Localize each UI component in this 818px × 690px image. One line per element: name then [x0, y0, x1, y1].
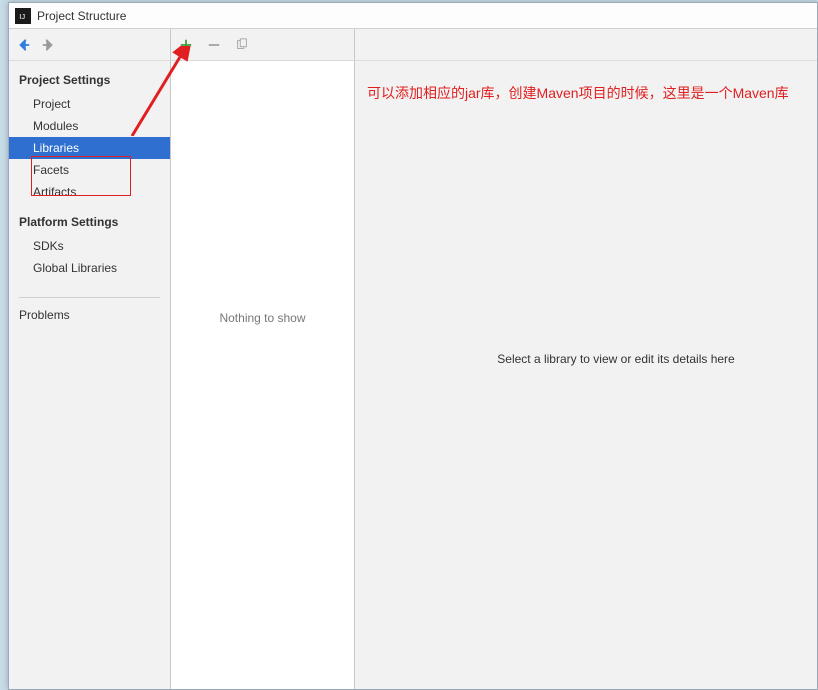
- library-toolbar: [171, 29, 354, 61]
- dialog-body: Project Settings Project Modules Librari…: [9, 29, 817, 689]
- sidebar-item-artifacts[interactable]: Artifacts: [9, 181, 170, 203]
- titlebar: IJ Project Structure: [9, 3, 817, 29]
- sidebar-item-modules[interactable]: Modules: [9, 115, 170, 137]
- sidebar-item-sdks[interactable]: SDKs: [9, 235, 170, 257]
- sidebar-item-libraries[interactable]: Libraries: [9, 137, 170, 159]
- details-top-border: [355, 60, 817, 61]
- app-icon: IJ: [15, 8, 31, 24]
- add-library-button[interactable]: [177, 36, 195, 54]
- window-title: Project Structure: [37, 9, 126, 23]
- empty-list-text: Nothing to show: [219, 311, 305, 325]
- project-structure-dialog: IJ Project Structure Project Settings Pr…: [8, 2, 818, 690]
- sidebar-item-global-libraries[interactable]: Global Libraries: [9, 257, 170, 279]
- sidebar: Project Settings Project Modules Librari…: [9, 29, 171, 689]
- sidebar-item-project[interactable]: Project: [9, 93, 170, 115]
- details-panel: Select a library to view or edit its det…: [355, 29, 817, 689]
- svg-text:IJ: IJ: [19, 12, 25, 21]
- sidebar-item-problems[interactable]: Problems: [9, 298, 170, 326]
- sidebar-item-facets[interactable]: Facets: [9, 159, 170, 181]
- section-header-platform-settings: Platform Settings: [9, 203, 170, 235]
- remove-library-button[interactable]: [205, 36, 223, 54]
- section-header-project-settings: Project Settings: [9, 61, 170, 93]
- copy-library-button[interactable]: [233, 36, 251, 54]
- details-empty-hint: Select a library to view or edit its det…: [437, 352, 734, 366]
- nav-forward-button[interactable]: [39, 36, 57, 54]
- sidebar-nav: [9, 29, 170, 61]
- library-list-panel: Nothing to show: [171, 29, 355, 689]
- nav-back-button[interactable]: [15, 36, 33, 54]
- library-list: Nothing to show: [171, 61, 354, 689]
